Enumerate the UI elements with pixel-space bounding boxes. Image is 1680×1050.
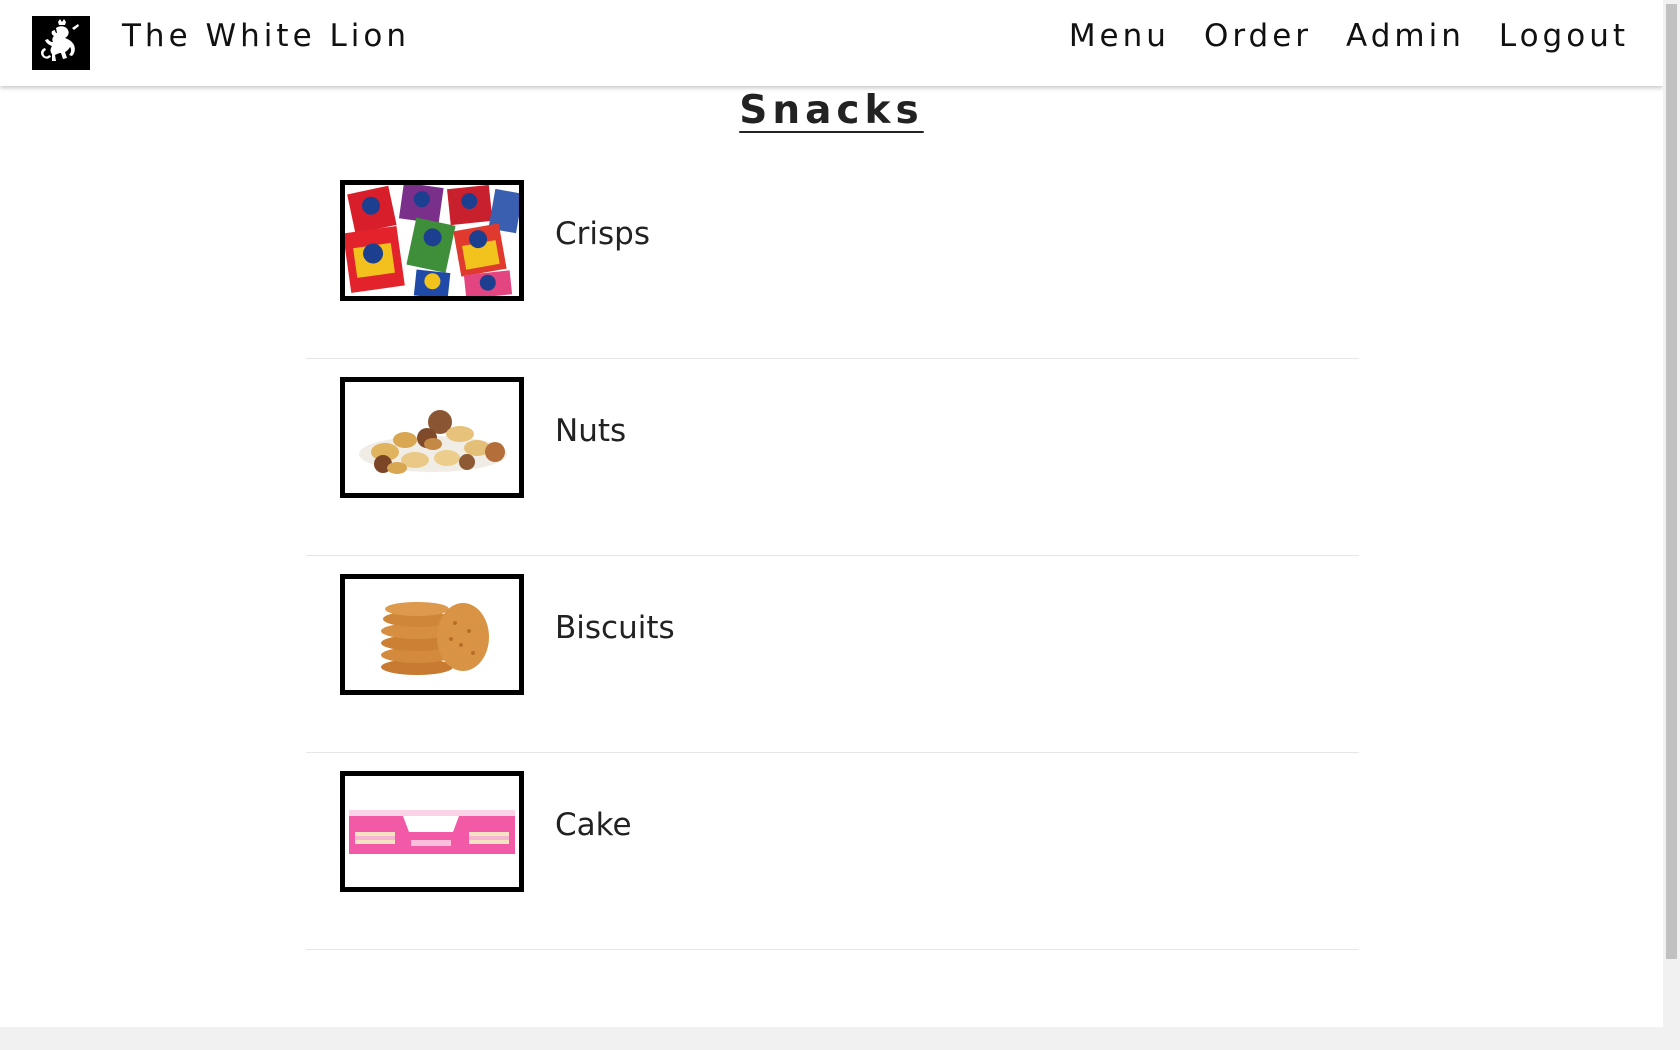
page-title: Snacks — [0, 88, 1663, 133]
item-label-crisps: Crisps — [555, 216, 650, 252]
mr-kipling-cake-box-image — [340, 771, 524, 892]
horizontal-scrollbar[interactable] — [0, 1027, 1663, 1050]
top-navbar: The White Lion Menu Order Admin Logout — [0, 0, 1663, 86]
nav-links: Menu Order Admin Logout — [1069, 18, 1629, 54]
item-label-cake: Cake — [555, 807, 632, 843]
site-brand[interactable]: The White Lion — [122, 18, 410, 54]
lion-rampant-icon[interactable] — [32, 16, 90, 70]
list-item-nuts[interactable]: Nuts — [306, 359, 1359, 556]
page-title-text: Snacks — [739, 88, 924, 133]
nav-link-logout[interactable]: Logout — [1499, 18, 1629, 54]
list-item-crisps[interactable]: Crisps — [306, 162, 1359, 359]
snack-list: Crisps Nuts Biscuits Cake — [306, 162, 1359, 950]
mixed-nuts-image — [340, 377, 524, 498]
biscuit-stack-image — [340, 574, 524, 695]
item-label-biscuits: Biscuits — [555, 610, 675, 646]
kp-crisps-packets-image — [340, 180, 524, 301]
list-item-cake[interactable]: Cake — [306, 753, 1359, 950]
nav-link-admin[interactable]: Admin — [1346, 18, 1465, 54]
vertical-scrollbar[interactable] — [1663, 0, 1680, 1050]
nav-link-order[interactable]: Order — [1204, 18, 1312, 54]
list-item-biscuits[interactable]: Biscuits — [306, 556, 1359, 753]
scrollbar-thumb[interactable] — [1666, 4, 1677, 959]
page-viewport: The White Lion Menu Order Admin Logout S… — [0, 0, 1663, 1027]
item-label-nuts: Nuts — [555, 413, 627, 449]
nav-link-menu[interactable]: Menu — [1069, 18, 1170, 54]
